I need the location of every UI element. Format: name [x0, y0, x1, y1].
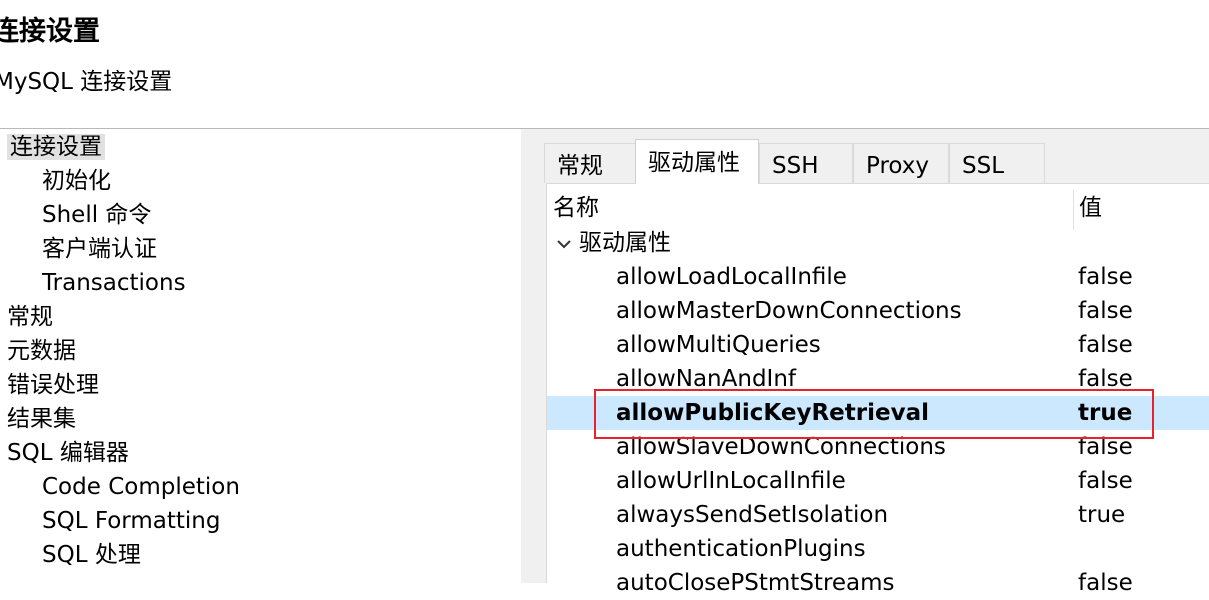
table-row[interactable]: allowMultiQueries false	[547, 328, 1209, 362]
table-row[interactable]: authenticationPlugins	[547, 532, 1209, 566]
driver-properties-table: 名称 值 驱动属性 allowLoadLocalInfile false allow…	[546, 183, 1209, 596]
tree-item-label: Code Completion	[42, 474, 240, 500]
tree-item-label: 元数据	[7, 338, 76, 364]
tree-item[interactable]: 结果集	[7, 403, 76, 435]
property-name: allowMultiQueries	[616, 332, 821, 358]
table-row[interactable]: allowLoadLocalInfile false	[547, 260, 1209, 294]
column-header-name[interactable]: 名称	[553, 188, 599, 228]
tab[interactable]: 常规	[544, 143, 636, 183]
table-row[interactable]: alwaysSendSetIsolation true	[547, 498, 1209, 532]
tree-item-label: 结果集	[7, 406, 76, 432]
property-value[interactable]: true	[1078, 498, 1125, 532]
tab[interactable]: SSH	[759, 143, 853, 183]
tree-item-label: 常规	[7, 304, 53, 330]
table-row[interactable]: autoClosePStmtStreams false	[547, 566, 1209, 600]
property-value[interactable]: false	[1078, 566, 1133, 600]
tree-item-label: 客户端认证	[42, 236, 157, 262]
property-value[interactable]: false	[1078, 328, 1133, 362]
tree-item[interactable]: Shell 命令	[42, 199, 151, 231]
tree-item[interactable]: 初始化	[42, 165, 111, 197]
property-group[interactable]: 驱动属性	[557, 226, 671, 260]
column-header-value[interactable]: 值	[1079, 188, 1102, 228]
property-value[interactable]: false	[1078, 464, 1133, 498]
tree-item[interactable]: SQL Formatting	[42, 505, 220, 537]
tree-item-label: SQL 处理	[42, 542, 141, 568]
tree-item[interactable]: 错误处理	[7, 369, 99, 401]
tab[interactable]: Proxy	[853, 143, 949, 183]
tab[interactable]: 驱动属性	[635, 139, 759, 184]
tree-item[interactable]: 连接设置	[7, 131, 105, 163]
property-group-label: 驱动属性	[579, 230, 671, 256]
tab[interactable]: SSL	[949, 143, 1045, 183]
settings-tree: 连接设置初始化 Shell 命令 客户端认证 Transactions 常规元数据错误处…	[0, 129, 521, 583]
tree-item-label: Shell 命令	[42, 202, 152, 228]
tree-item-label: 错误处理	[7, 372, 99, 398]
property-name: allowMasterDownConnections	[616, 298, 962, 324]
tree-item[interactable]: SQL 编辑器	[7, 437, 129, 469]
tree-item[interactable]: 常规	[7, 301, 53, 333]
table-row[interactable]: allowUrlInLocalInfile false	[547, 464, 1209, 498]
property-value[interactable]: false	[1078, 294, 1133, 328]
property-name: autoClosePStmtStreams	[616, 570, 895, 596]
chevron-down-icon[interactable]	[557, 227, 579, 261]
property-name: authenticationPlugins	[616, 536, 866, 562]
pane-splitter[interactable]	[521, 129, 541, 583]
tree-item[interactable]: 客户端认证	[42, 233, 157, 265]
tree-item-label: Transactions	[42, 270, 186, 296]
tree-item[interactable]: Transactions	[42, 267, 186, 299]
property-name: allowLoadLocalInfile	[616, 264, 847, 290]
property-value[interactable]: false	[1078, 260, 1133, 294]
tree-item[interactable]: SQL 处理	[42, 539, 141, 571]
settings-content: 常规 驱动属性 SSH Proxy SSL 名称 值 驱动属性 allowLoadLoc…	[541, 129, 1209, 596]
tree-item-label: SQL Formatting	[42, 508, 221, 534]
annotation-highlight-box	[594, 389, 1154, 439]
column-divider[interactable]	[1073, 190, 1074, 230]
tree-item-label: 连接设置	[7, 134, 105, 160]
page-subtitle: MySQL 连接设置	[0, 69, 173, 95]
property-name: alwaysSendSetIsolation	[616, 502, 889, 528]
tree-item[interactable]: 元数据	[7, 335, 76, 367]
property-name: allowUrlInLocalInfile	[616, 468, 846, 494]
tree-item[interactable]: Code Completion	[42, 471, 240, 503]
tree-item-label: 初始化	[42, 168, 111, 194]
tree-item-label: SQL 编辑器	[7, 440, 129, 466]
page-title: 连接设置	[0, 16, 100, 47]
table-row[interactable]: allowMasterDownConnections false	[547, 294, 1209, 328]
